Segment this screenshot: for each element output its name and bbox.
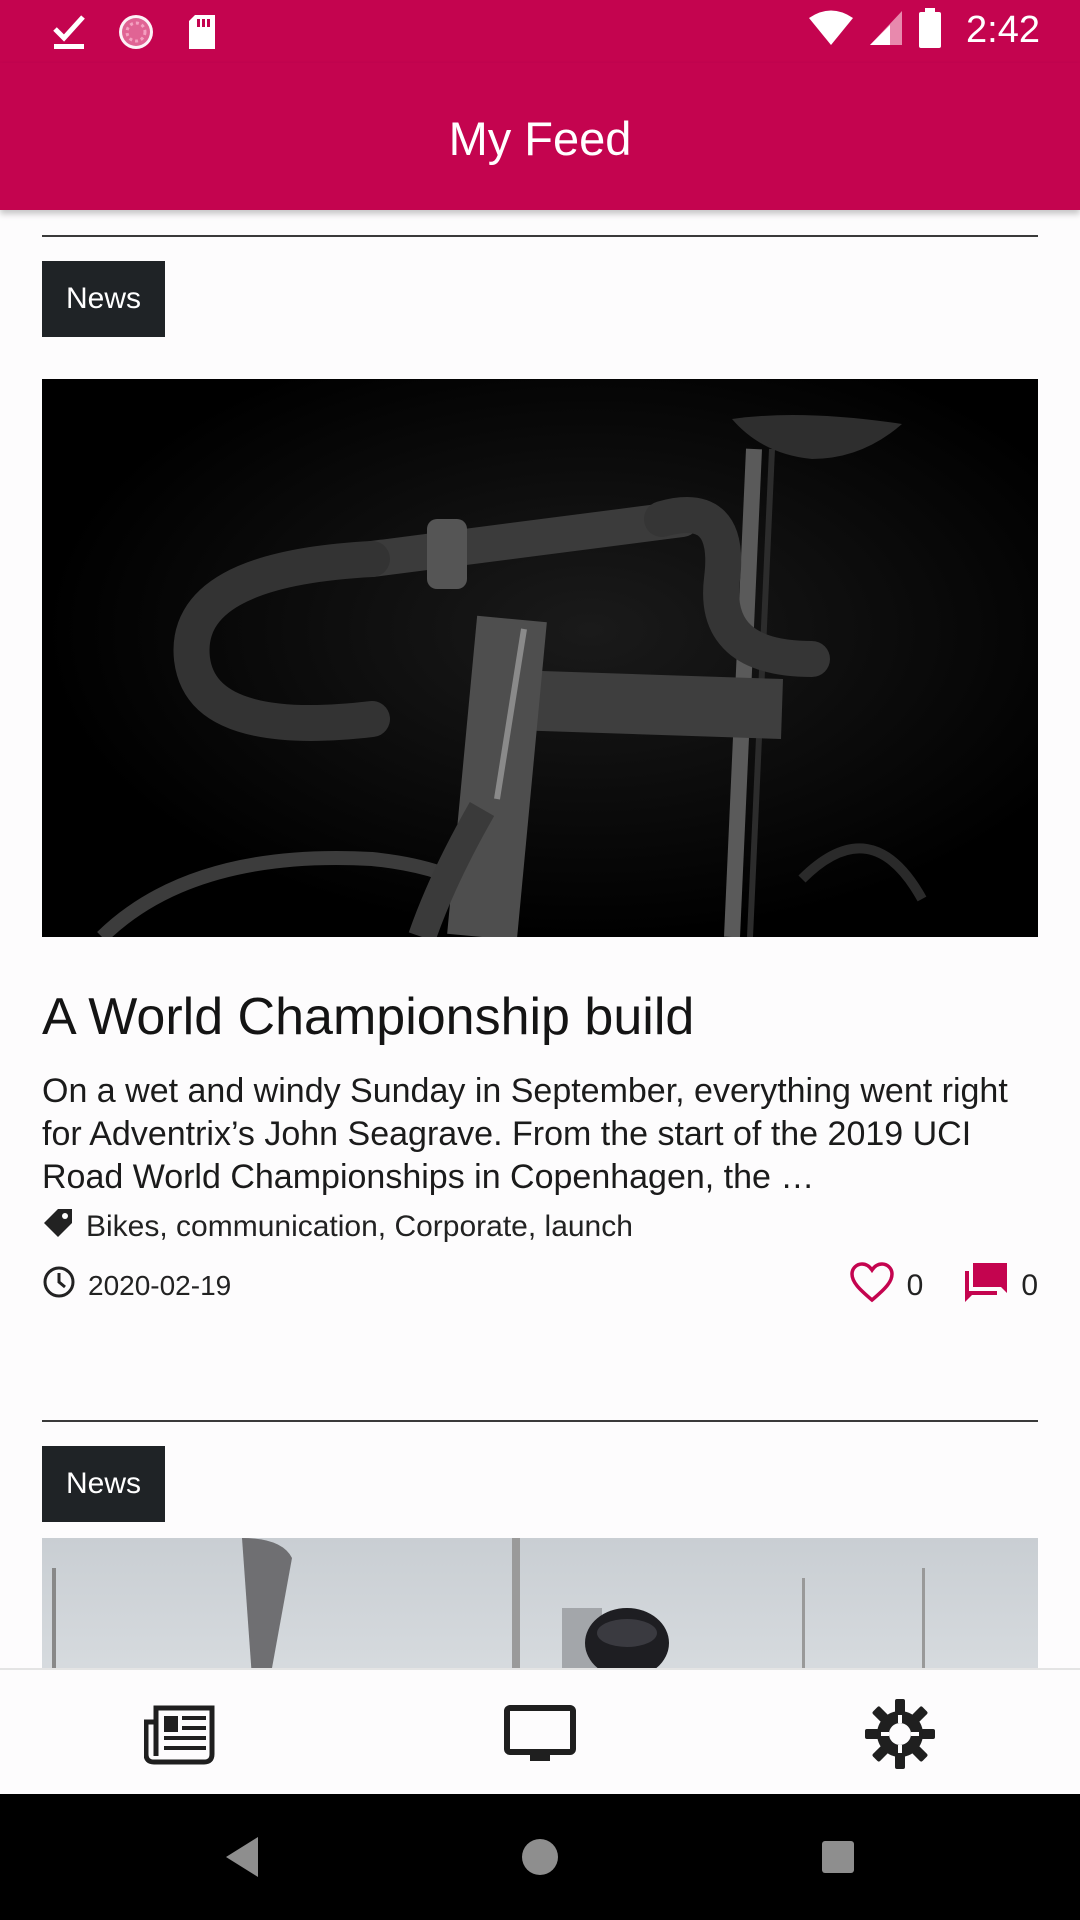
date-row: 2020-02-19 <box>42 1265 231 1306</box>
feed-card[interactable]: News <box>42 235 1038 1385</box>
heart-icon <box>849 1261 895 1311</box>
recents-button[interactable] <box>810 1829 866 1885</box>
article-excerpt: On a wet and windy Sunday in September, … <box>42 1072 1008 1196</box>
comment-count: 0 <box>1021 1269 1038 1302</box>
category-badge: News <box>42 261 165 337</box>
tag-icon <box>42 1207 74 1247</box>
card-divider <box>42 235 1038 237</box>
home-icon <box>522 1839 558 1875</box>
page-title: My Feed <box>448 112 632 165</box>
tv-icon <box>504 1705 576 1761</box>
wifi-icon <box>808 9 854 51</box>
feed-card[interactable]: News <box>42 1420 1038 1668</box>
publish-date: 2020-02-19 <box>88 1269 232 1301</box>
feed-list[interactable]: News A World Championship build On a wet… <box>0 210 1080 1668</box>
back-button[interactable] <box>214 1829 270 1885</box>
system-navigation-bar <box>0 1794 1080 1920</box>
home-button[interactable] <box>512 1829 568 1885</box>
article-title[interactable]: A World Championship build <box>42 987 694 1047</box>
nav-tv-button[interactable] <box>504 1698 576 1770</box>
settings-gear-icon <box>865 1699 935 1769</box>
news-icon <box>144 1705 215 1765</box>
tags-row: Bikes, communication, Corporate, launch <box>42 1207 633 1247</box>
app-bar: My Feed <box>0 63 1080 210</box>
bottom-navigation <box>0 1668 1080 1794</box>
checkmark-download-icon <box>52 13 86 55</box>
article-stats: 0 0 <box>849 1261 1038 1311</box>
nav-settings-button[interactable] <box>864 1698 936 1770</box>
back-icon <box>226 1837 258 1877</box>
cyclist-photo <box>42 1538 1038 1668</box>
status-time: 2:42 <box>966 8 1040 51</box>
nav-news-button[interactable] <box>144 1698 216 1770</box>
comments-button[interactable]: 0 <box>963 1261 1038 1311</box>
tags-text: Bikes, communication, Corporate, launch <box>86 1210 633 1243</box>
card-divider <box>42 1420 1038 1422</box>
clock-icon <box>42 1265 76 1306</box>
sync-circle-icon <box>116 12 156 56</box>
like-button[interactable]: 0 <box>849 1261 924 1311</box>
article-image[interactable] <box>42 379 1038 937</box>
recents-icon <box>822 1841 854 1873</box>
battery-icon <box>918 8 942 52</box>
comments-icon <box>963 1261 1009 1311</box>
bicycle-photo <box>42 379 1038 937</box>
status-bar: 2:42 <box>0 0 1080 63</box>
article-image[interactable] <box>42 1538 1038 1668</box>
sd-card-icon <box>186 13 218 55</box>
like-count: 0 <box>906 1269 924 1302</box>
category-badge: News <box>42 1446 165 1522</box>
cell-signal-icon <box>868 9 904 51</box>
